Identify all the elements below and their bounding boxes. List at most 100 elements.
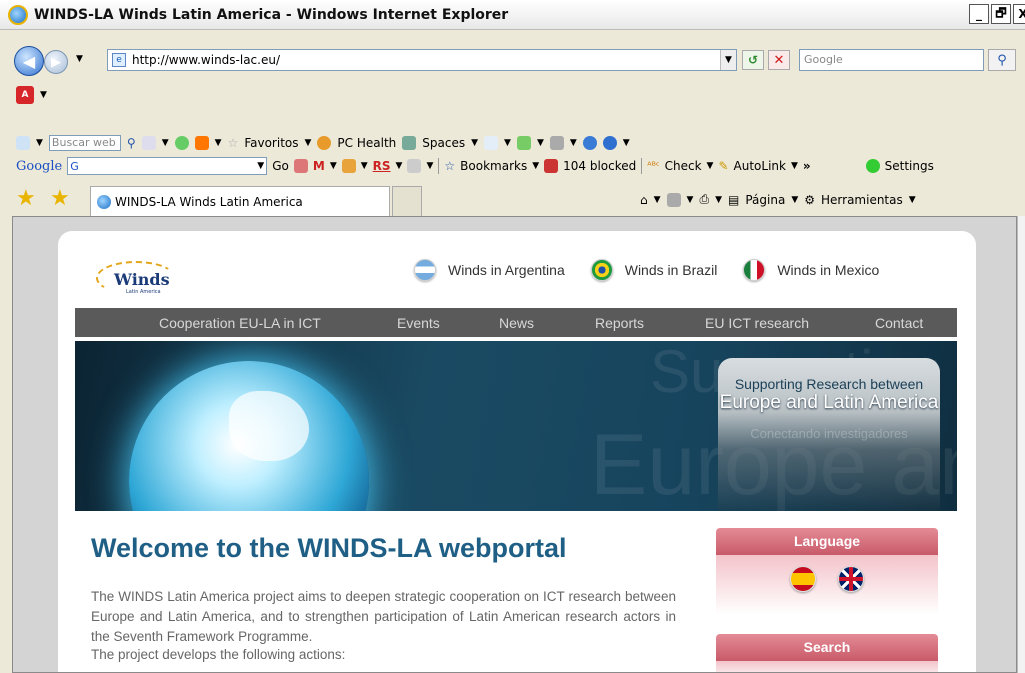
spellcheck-icon: ᴬᴮᶜ bbox=[647, 160, 660, 172]
feed-icon[interactable] bbox=[666, 192, 681, 207]
country-link-argentina[interactable]: Winds in Argentina bbox=[414, 259, 565, 281]
autolink-button[interactable]: AutoLink bbox=[734, 159, 786, 173]
chevron-down-icon[interactable]: ▼ bbox=[707, 161, 714, 171]
divider bbox=[438, 158, 440, 174]
chevron-down-icon[interactable]: ▼ bbox=[257, 161, 264, 171]
logo-text: Winds bbox=[114, 270, 170, 289]
favoritos-button[interactable]: Favoritos bbox=[244, 136, 298, 150]
nav-eu-ict-research[interactable]: EU ICT research bbox=[705, 315, 809, 331]
tab-winds-la[interactable]: WINDS-LA Winds Latin America bbox=[90, 186, 390, 216]
google-logo: Google bbox=[16, 158, 63, 174]
gmail-icon[interactable]: M bbox=[313, 159, 325, 173]
minimize-button[interactable]: _ bbox=[969, 4, 989, 24]
chevron-down-icon[interactable]: ▼ bbox=[791, 161, 798, 171]
internet-explorer-icon bbox=[8, 4, 28, 25]
chevron-down-icon[interactable]: ▼ bbox=[361, 161, 368, 171]
vertical-scrollbar[interactable] bbox=[1017, 216, 1025, 673]
chevron-down-icon[interactable]: ▼ bbox=[791, 195, 798, 205]
country-label: Winds in Argentina bbox=[448, 262, 565, 278]
search-heading: Search bbox=[716, 634, 938, 661]
chevron-down-icon[interactable]: ▼ bbox=[396, 161, 403, 171]
search-box-body bbox=[716, 661, 938, 672]
chevron-down-icon[interactable]: ▼ bbox=[687, 195, 694, 205]
globe-icon[interactable] bbox=[582, 136, 597, 150]
forward-button[interactable]: ▶ bbox=[44, 50, 68, 74]
spaces-button[interactable]: Spaces bbox=[422, 136, 465, 150]
mail-icon[interactable] bbox=[141, 136, 156, 150]
favorites-center-icon[interactable]: ★ bbox=[16, 188, 36, 210]
nav-news[interactable]: News bbox=[499, 315, 534, 331]
rs-button[interactable]: RS bbox=[373, 159, 391, 173]
share-icon[interactable] bbox=[407, 159, 422, 173]
pc-health-button[interactable]: PC Health bbox=[337, 136, 396, 150]
refresh-button[interactable]: ↺ bbox=[742, 50, 764, 70]
chevron-down-icon[interactable]: ▼ bbox=[330, 161, 337, 171]
chevron-down-icon[interactable]: ▼ bbox=[654, 195, 661, 205]
search-icon[interactable]: ⚲ bbox=[988, 49, 1016, 71]
chevron-down-icon[interactable]: ▼ bbox=[570, 138, 577, 148]
new-tab-button[interactable] bbox=[392, 186, 422, 216]
argentina-flag-icon bbox=[414, 259, 436, 281]
chevron-down-icon[interactable]: ▼ bbox=[623, 138, 630, 148]
check-button[interactable]: Check bbox=[665, 159, 702, 173]
chevron-down-icon[interactable]: ▼ bbox=[909, 195, 916, 205]
history-dropdown-icon[interactable]: ▼ bbox=[76, 54, 83, 64]
herramientas-menu[interactable]: Herramientas bbox=[821, 193, 903, 207]
print-icon[interactable]: ⎙ bbox=[699, 192, 709, 207]
butterfly-icon[interactable] bbox=[194, 136, 209, 150]
nav-reports[interactable]: Reports bbox=[595, 315, 644, 331]
messenger-icon[interactable] bbox=[16, 136, 30, 150]
add-favorites-icon[interactable]: ★ bbox=[50, 188, 70, 210]
chevron-down-icon[interactable]: ▼ bbox=[537, 138, 544, 148]
page-menu-icon: ▤ bbox=[728, 192, 740, 207]
chevron-down-icon[interactable]: ▼ bbox=[162, 138, 169, 148]
site-logo[interactable]: Winds Latin America bbox=[96, 261, 176, 295]
spaces-icon bbox=[402, 136, 417, 150]
maximize-button[interactable]: 🗗 bbox=[991, 4, 1011, 24]
pagina-menu[interactable]: Página bbox=[745, 193, 785, 207]
chevron-down-icon[interactable]: ▼ bbox=[532, 161, 539, 171]
envelope-icon[interactable] bbox=[484, 136, 499, 150]
chevron-down-icon[interactable]: ▼ bbox=[36, 138, 43, 148]
help-icon[interactable] bbox=[602, 136, 617, 150]
stop-button[interactable]: ✕ bbox=[768, 50, 790, 70]
country-link-brazil[interactable]: Winds in Brazil bbox=[590, 259, 718, 281]
chevron-down-icon[interactable]: ▼ bbox=[305, 138, 312, 148]
language-box: Language bbox=[716, 528, 938, 615]
more-button[interactable]: » bbox=[803, 159, 811, 173]
search-icon[interactable]: ⚲ bbox=[127, 136, 136, 150]
country-label: Winds in Brazil bbox=[624, 262, 718, 278]
nav-cooperation[interactable]: Cooperation EU-LA in ICT bbox=[159, 315, 321, 331]
add-icon[interactable] bbox=[174, 136, 189, 150]
home-icon[interactable]: ⌂ bbox=[640, 193, 648, 207]
close-button[interactable]: X bbox=[1013, 4, 1025, 24]
chevron-down-icon[interactable]: ▼ bbox=[715, 195, 722, 205]
google-search-input[interactable]: G ▼ bbox=[67, 157, 268, 175]
go-button[interactable]: Go bbox=[272, 159, 289, 173]
puzzle-icon[interactable] bbox=[341, 159, 356, 173]
web-search-input[interactable]: Buscar web bbox=[48, 135, 121, 151]
nav-events[interactable]: Events bbox=[397, 315, 440, 331]
search-input[interactable]: Google bbox=[799, 49, 984, 71]
nav-contact[interactable]: Contact bbox=[875, 315, 923, 331]
feed-icon[interactable] bbox=[293, 159, 308, 173]
country-link-mexico[interactable]: Winds in Mexico bbox=[743, 259, 879, 281]
bookmarks-button[interactable]: Bookmarks bbox=[460, 159, 527, 173]
spanish-flag-icon[interactable] bbox=[790, 566, 816, 592]
contacts-icon[interactable] bbox=[516, 136, 531, 150]
back-button[interactable]: ◀ bbox=[14, 46, 44, 76]
popup-blocked-count[interactable]: 104 blocked bbox=[563, 159, 636, 173]
chevron-down-icon[interactable]: ▼ bbox=[426, 161, 433, 171]
chevron-down-icon[interactable]: ▼ bbox=[471, 138, 478, 148]
address-dropdown-icon[interactable]: ▼ bbox=[720, 50, 736, 70]
settings-button[interactable]: Settings bbox=[885, 159, 934, 173]
pdf-icon[interactable]: A bbox=[16, 86, 34, 104]
tab-label: WINDS-LA Winds Latin America bbox=[115, 194, 303, 209]
english-flag-icon[interactable] bbox=[838, 566, 864, 592]
chevron-down-icon[interactable]: ▼ bbox=[40, 90, 47, 100]
chevron-down-icon[interactable]: ▼ bbox=[504, 138, 511, 148]
chevron-down-icon[interactable]: ▼ bbox=[215, 138, 222, 148]
address-bar[interactable]: e http://www.winds-lac.eu/ ▼ bbox=[107, 49, 737, 71]
feed-icon[interactable] bbox=[549, 136, 564, 150]
internet-explorer-icon bbox=[97, 194, 111, 209]
